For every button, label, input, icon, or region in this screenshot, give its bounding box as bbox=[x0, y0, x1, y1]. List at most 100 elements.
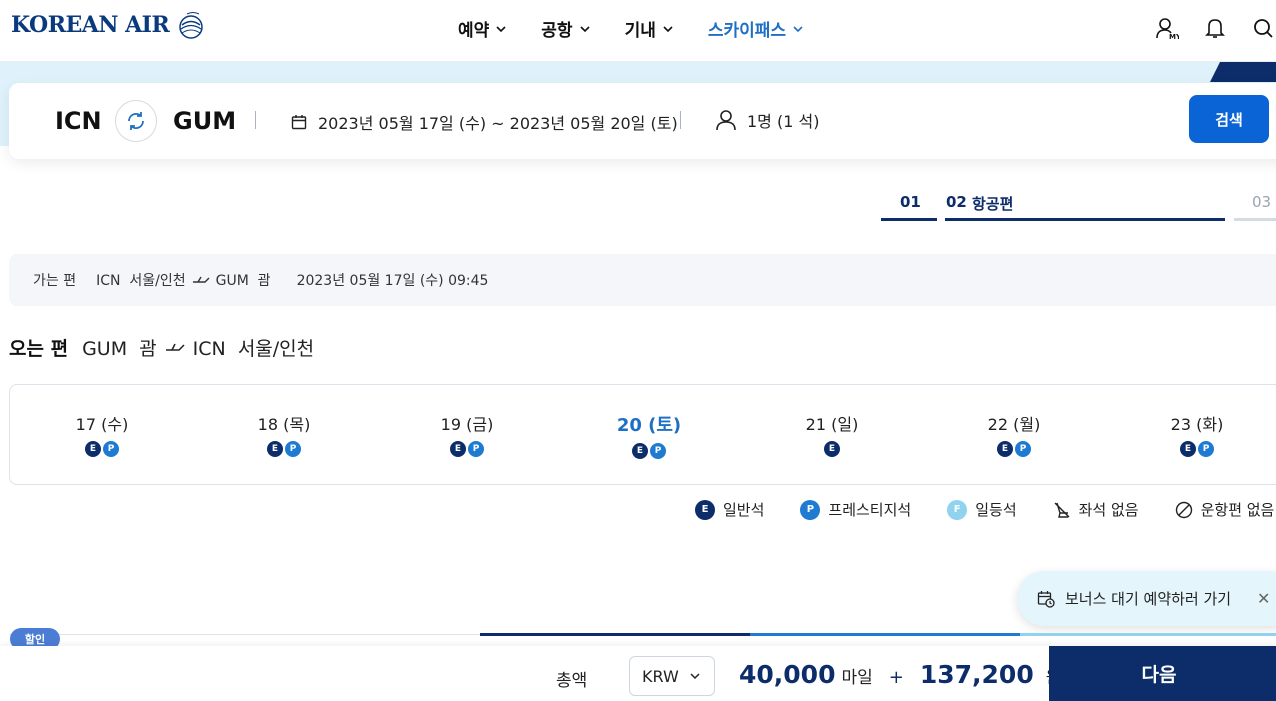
nav-item-label: 기내 bbox=[624, 21, 656, 41]
economy-badge-icon: E bbox=[85, 441, 101, 457]
prestige-badge-icon: P bbox=[1015, 441, 1031, 457]
currency-select[interactable]: KRW bbox=[629, 656, 715, 696]
outbound-label: 가는 편 bbox=[33, 273, 77, 289]
legend-no-seat: 좌석 없음 bbox=[1053, 499, 1139, 520]
legend-economy-label: 일반석 bbox=[723, 501, 765, 519]
nav-item-label: 예약 bbox=[458, 21, 490, 41]
cabin-legend: E 일반석 P 프레스티지석 F 일등석 좌석 없음 운항편 없음 bbox=[695, 499, 1274, 520]
user-my-icon[interactable]: MY bbox=[1155, 16, 1179, 40]
economy-badge-icon: E bbox=[695, 499, 715, 520]
swap-arrows-icon bbox=[128, 112, 144, 130]
economy-badge-icon: E bbox=[632, 443, 648, 459]
divider bbox=[680, 111, 681, 129]
date-tab-label: 23 (화) bbox=[1170, 415, 1224, 434]
date-tab[interactable]: 22 (월) EP bbox=[959, 411, 1069, 457]
date-tab-selected[interactable]: 20 (토) EP bbox=[594, 411, 704, 459]
date-tab[interactable]: 23 (화) EP bbox=[1142, 411, 1252, 457]
korean-air-logo[interactable]: KOREAN AIR bbox=[11, 10, 207, 40]
prestige-badge-icon: P bbox=[468, 441, 484, 457]
miles-unit: 마일 bbox=[841, 668, 873, 688]
miles-amount: 40,000 bbox=[739, 660, 836, 689]
won-amount: 137,200 bbox=[919, 660, 1034, 689]
page: KOREAN AIR 예약 공항 기내 스카이패스 MY ICN GUM 202… bbox=[0, 0, 1276, 701]
calendar-icon bbox=[291, 115, 307, 130]
return-title: 오는 편 bbox=[9, 338, 69, 360]
no-seat-icon bbox=[1054, 502, 1070, 518]
legend-first: F 일등석 bbox=[947, 499, 1017, 520]
next-button[interactable]: 다음 bbox=[1049, 646, 1276, 701]
prestige-badge-icon: P bbox=[103, 441, 119, 457]
economy-badge-icon: E bbox=[997, 441, 1013, 457]
swap-route-button[interactable] bbox=[115, 100, 157, 142]
economy-badge-icon: E bbox=[1180, 441, 1196, 457]
step-3-bar bbox=[1234, 218, 1276, 221]
date-tab-label: 18 (목) bbox=[257, 415, 311, 434]
divider bbox=[255, 111, 256, 129]
calendar-clock-icon bbox=[1037, 590, 1055, 608]
currency-value: KRW bbox=[642, 666, 679, 686]
date-tab[interactable]: 17 (수) EP bbox=[47, 411, 157, 457]
close-icon[interactable]: ✕ bbox=[1257, 589, 1270, 608]
economy-column-bar bbox=[480, 633, 750, 636]
fare-table-header bbox=[9, 633, 1276, 646]
total-label: 총액 bbox=[556, 671, 588, 691]
main-nav: 예약 공항 기내 스카이패스 bbox=[458, 16, 804, 41]
economy-badge-icon: E bbox=[267, 441, 283, 457]
step-2-label: 항공편 bbox=[972, 195, 1014, 213]
legend-no-flight-label: 운항편 없음 bbox=[1200, 501, 1275, 519]
origin-airport[interactable]: ICN bbox=[55, 107, 102, 135]
date-tab[interactable]: 18 (목) EP bbox=[229, 411, 339, 457]
chevron-down-icon bbox=[690, 673, 700, 680]
chevron-down-icon bbox=[579, 25, 590, 32]
outbound-datetime: 2023년 05월 17일 (수) 09:45 bbox=[296, 273, 489, 289]
prestige-badge-icon: P bbox=[650, 443, 666, 459]
search-icon[interactable] bbox=[1251, 16, 1275, 40]
person-icon bbox=[716, 110, 736, 131]
outbound-to: GUM 괌 bbox=[215, 273, 271, 289]
economy-badge-icon: E bbox=[824, 441, 840, 457]
band-accent-shape bbox=[1210, 62, 1276, 82]
svg-text:MY: MY bbox=[1169, 33, 1179, 40]
search-button[interactable]: 검색 bbox=[1189, 95, 1269, 143]
nav-item-inflight[interactable]: 기내 bbox=[625, 16, 674, 41]
date-tab-label: 17 (수) bbox=[75, 415, 129, 434]
step-3-number: 03 bbox=[1252, 193, 1272, 211]
date-range-text: 2023년 05월 17일 (수) ~ 2023년 05월 20일 (토) bbox=[318, 114, 678, 133]
legend-first-label: 일등석 bbox=[975, 501, 1017, 519]
date-range-field[interactable]: 2023년 05월 17일 (수) ~ 2023년 05월 20일 (토) bbox=[291, 110, 678, 134]
bell-icon[interactable] bbox=[1203, 16, 1227, 40]
top-header: KOREAN AIR 예약 공항 기내 스카이패스 MY bbox=[0, 0, 1276, 62]
return-heading: 오는 편 GUM 괌 ICN 서울/인천 bbox=[9, 334, 314, 361]
date-tab-label: 21 (일) bbox=[805, 415, 859, 434]
bonus-waitlist-button[interactable]: 보너스 대기 예약하러 가기 ✕ bbox=[1017, 571, 1276, 626]
first-column-bar bbox=[1020, 633, 1276, 636]
prestige-column-bar bbox=[750, 633, 1020, 636]
legend-economy: E 일반석 bbox=[695, 499, 764, 520]
date-tab-label: 22 (월) bbox=[987, 415, 1041, 434]
legend-no-flight: 운항편 없음 bbox=[1175, 499, 1275, 520]
plane-icon bbox=[192, 276, 210, 283]
outbound-route: ICN 서울/인천 GUM 괌 bbox=[96, 270, 270, 290]
destination-airport[interactable]: GUM bbox=[173, 107, 236, 135]
date-tab[interactable]: 19 (금) EP bbox=[412, 411, 522, 457]
step-1-number: 01 bbox=[900, 193, 921, 211]
nav-item-airport[interactable]: 공항 bbox=[541, 16, 590, 41]
plus-sign: + bbox=[888, 667, 904, 688]
no-flight-icon bbox=[1175, 501, 1192, 518]
nav-item-skypass[interactable]: 스카이패스 bbox=[708, 16, 804, 41]
return-from: GUM 괌 bbox=[82, 338, 157, 360]
date-tab[interactable]: 21 (일) E bbox=[777, 411, 887, 457]
prestige-badge-icon: P bbox=[800, 499, 821, 520]
legend-no-seat-label: 좌석 없음 bbox=[1078, 501, 1139, 519]
date-selector: 17 (수) EP 18 (목) EP 19 (금) EP 20 (토) EP … bbox=[9, 384, 1276, 485]
prestige-badge-icon: P bbox=[1198, 441, 1214, 457]
legend-prestige: P 프레스티지석 bbox=[800, 499, 911, 520]
bonus-waitlist-label: 보너스 대기 예약하러 가기 bbox=[1065, 590, 1232, 608]
nav-item-booking[interactable]: 예약 bbox=[458, 16, 507, 41]
step-1-bar bbox=[881, 218, 937, 221]
logo-emblem-icon bbox=[179, 12, 203, 39]
return-route: GUM 괌 ICN 서울/인천 bbox=[82, 334, 314, 361]
passenger-field[interactable]: 1명 (1 석) bbox=[715, 108, 819, 132]
return-to: ICN 서울/인천 bbox=[192, 338, 315, 360]
chevron-down-icon bbox=[496, 25, 506, 32]
